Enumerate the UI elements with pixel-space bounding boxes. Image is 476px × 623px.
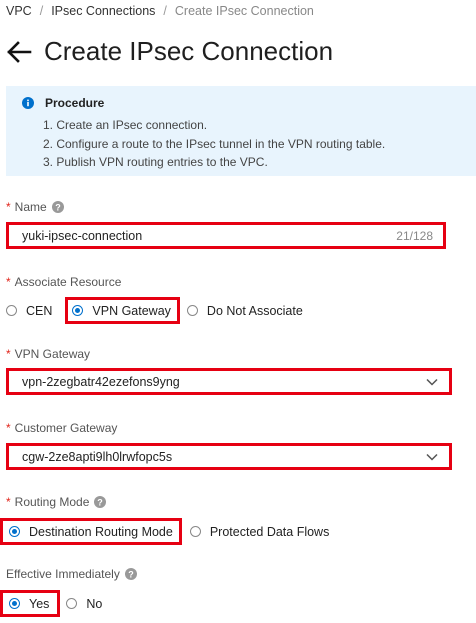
required-mark: * (6, 200, 11, 214)
vpn-gateway-select[interactable]: vpn-2zegbatr42ezefons9yng (6, 368, 452, 395)
radio-no[interactable]: No (66, 597, 102, 611)
radio-destination-routing-mode[interactable]: Destination Routing Mode (0, 518, 182, 545)
radio-button[interactable] (66, 598, 78, 609)
procedure-step: 3. Publish VPN routing entries to the VP… (43, 155, 268, 169)
breadcrumb: VPC / IPsec Connections / Create IPsec Conne… (6, 4, 314, 18)
chevron-down-icon[interactable] (425, 375, 439, 389)
help-icon[interactable]: ? (94, 496, 107, 508)
customer-gateway-label: * Customer Gateway (6, 421, 118, 435)
vpn-gateway-label: * VPN Gateway (6, 347, 91, 361)
associate-resource-radio-group: CEN VPN Gateway Do Not Associate (6, 297, 303, 324)
breadcrumb-vpc[interactable]: VPC (6, 4, 32, 18)
arrow-left-icon[interactable] (6, 39, 32, 65)
required-mark: * (6, 421, 11, 435)
radio-yes[interactable]: Yes (0, 590, 61, 617)
info-icon (22, 97, 34, 109)
procedure-step: 1. Create an IPsec connection. (43, 118, 208, 132)
radio-cen[interactable]: CEN (6, 304, 52, 318)
radio-button-selected[interactable] (9, 526, 20, 537)
required-mark: * (6, 347, 11, 361)
effective-immediately-radio-group: Yes No (0, 590, 102, 617)
chevron-down-icon[interactable] (425, 450, 439, 464)
radio-button[interactable] (6, 305, 17, 316)
effective-immediately-label: Effective Immediately ? (6, 567, 137, 581)
customer-gateway-select[interactable]: cgw-2ze8apti9lh0lrwfopc5s (6, 443, 452, 470)
page-title: Create IPsec Connection (44, 36, 334, 66)
character-counter: 21/128 (396, 228, 433, 243)
procedure-steps: 1. Create an IPsec connection. 2. Config… (22, 116, 464, 172)
radio-vpn-gateway[interactable]: VPN Gateway (65, 297, 180, 324)
required-mark: * (6, 495, 11, 509)
required-mark: * (6, 275, 11, 289)
radio-button[interactable] (186, 305, 198, 316)
name-label: * Name ? (6, 200, 64, 214)
breadcrumb-separator: / (163, 4, 167, 18)
page-header: Create IPsec Connection (6, 36, 333, 67)
vpn-gateway-value: vpn-2zegbatr42ezefons9yng (22, 374, 180, 389)
breadcrumb-ipsec-connections[interactable]: IPsec Connections (51, 4, 155, 18)
help-icon[interactable]: ? (124, 568, 137, 580)
svg-text:?: ? (98, 497, 104, 507)
breadcrumb-current: Create IPsec Connection (174, 4, 314, 18)
svg-text:?: ? (55, 202, 61, 212)
help-icon[interactable]: ? (51, 201, 64, 213)
procedure-notice: Procedure 1. Create an IPsec connection.… (6, 86, 476, 176)
radio-button[interactable] (189, 526, 201, 537)
customer-gateway-value: cgw-2ze8apti9lh0lrwfopc5s (22, 449, 173, 464)
name-value[interactable]: yuki-ipsec-connection (22, 229, 396, 243)
procedure-step: 2. Configure a route to the IPsec tunnel… (43, 136, 386, 151)
associate-resource-label: * Associate Resource (6, 275, 122, 289)
breadcrumb-separator: / (39, 4, 44, 18)
radio-button-selected[interactable] (9, 598, 20, 609)
svg-text:?: ? (128, 569, 134, 579)
name-input[interactable]: yuki-ipsec-connection 21/128 (6, 222, 446, 249)
routing-mode-label: * Routing Mode ? (6, 495, 107, 509)
radio-protected-data-flows[interactable]: Protected Data Flows (189, 525, 329, 539)
radio-do-not-associate[interactable]: Do Not Associate (186, 304, 303, 318)
radio-button-selected[interactable] (72, 305, 84, 316)
procedure-title: Procedure (45, 96, 105, 110)
routing-mode-radio-group: Destination Routing Mode Protected Data … (0, 518, 329, 545)
